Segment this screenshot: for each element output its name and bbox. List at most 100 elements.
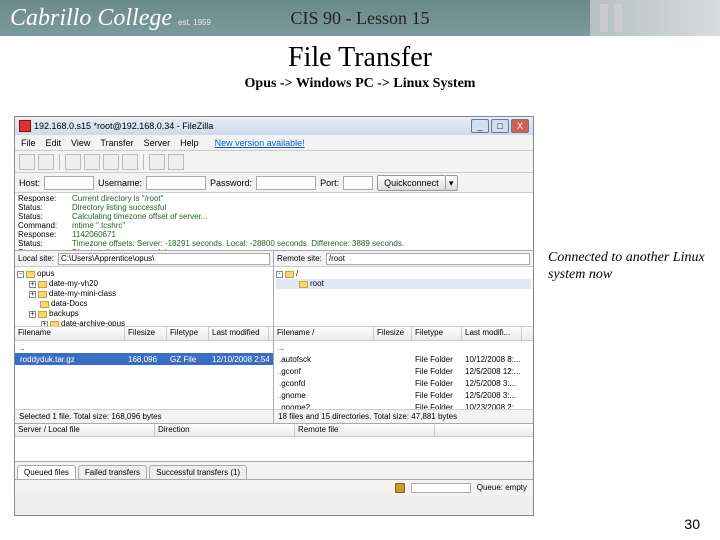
local-path-input[interactable]: [58, 253, 270, 265]
log-label: Status:: [18, 239, 68, 248]
log-label: Response:: [18, 230, 68, 239]
port-label: Port:: [320, 178, 339, 188]
password-label: Password:: [210, 178, 252, 188]
folder-icon: [299, 281, 308, 288]
local-pane: Local site: - opus+ date-my-vh20+ date-m…: [15, 251, 274, 423]
tree-node[interactable]: - /: [276, 269, 531, 279]
slide-header: Cabrillo College est. 1959 CIS 90 - Less…: [0, 0, 720, 36]
toolbar-button[interactable]: [168, 154, 184, 170]
log-label: Command:: [18, 221, 68, 230]
quickconnect-button[interactable]: Quickconnect: [377, 175, 446, 191]
minimize-button[interactable]: _: [471, 119, 489, 133]
page-title: File Transfer: [0, 42, 720, 74]
list-item[interactable]: roddyduk.tar.gz168,096GZ File12/10/2008 …: [15, 353, 273, 365]
column-header[interactable]: Direction: [155, 424, 295, 436]
column-header[interactable]: Filesize: [374, 327, 412, 340]
quickconnect-dropdown[interactable]: ▾: [446, 175, 458, 191]
list-item[interactable]: .gnome2File Folder10/23/2008 2:...: [274, 401, 533, 409]
column-header[interactable]: Filesize: [125, 327, 167, 340]
log-text: mtime ".tcshrc": [72, 221, 125, 230]
queue-tab[interactable]: Successful transfers (1): [149, 465, 247, 479]
message-log[interactable]: Response:Current directory is "/root"Sta…: [15, 193, 533, 251]
log-label: Response:: [18, 194, 68, 203]
folder-icon: [26, 271, 35, 278]
remote-tree[interactable]: - / root: [274, 267, 533, 327]
tree-label: date-archive-opus: [61, 319, 125, 327]
column-header[interactable]: Server / Local file: [15, 424, 155, 436]
username-input[interactable]: [146, 176, 206, 190]
local-list-header[interactable]: FilenameFilesizeFiletypeLast modified: [15, 327, 273, 341]
list-item[interactable]: .autofsckFile Folder10/12/2008 8:...: [274, 353, 533, 365]
menu-item[interactable]: File: [21, 138, 36, 148]
close-button[interactable]: X: [511, 119, 529, 133]
remote-list-header[interactable]: Filename /FilesizeFiletypeLast modifi...: [274, 327, 533, 341]
column-header[interactable]: Filetype: [412, 327, 462, 340]
toolbar-button[interactable]: [103, 154, 119, 170]
maximize-button[interactable]: □: [491, 119, 509, 133]
menu-item[interactable]: New version available!: [215, 138, 305, 148]
toolbar: [15, 151, 533, 173]
menu-item[interactable]: Server: [144, 138, 171, 148]
password-input[interactable]: [256, 176, 316, 190]
list-item[interactable]: ..: [15, 341, 273, 353]
menu-item[interactable]: Transfer: [100, 138, 133, 148]
log-text: 1142060671: [72, 230, 116, 239]
column-header[interactable]: Filetype: [167, 327, 209, 340]
filezilla-window: 192.168.0.s15 *root@192.168.0.34 - FileZ…: [14, 116, 534, 516]
tree-node[interactable]: data-Docs: [17, 299, 271, 309]
remote-path-input[interactable]: [326, 253, 530, 265]
queue-body[interactable]: [15, 437, 533, 461]
menu-item[interactable]: Edit: [46, 138, 62, 148]
remote-site-label: Remote site:: [277, 254, 322, 263]
tree-node[interactable]: + date-archive-opus: [17, 319, 271, 327]
local-tree[interactable]: - opus+ date-my-vh20+ date-my-mini-class…: [15, 267, 273, 327]
tree-node[interactable]: + date-my-vh20: [17, 279, 271, 289]
list-item[interactable]: ..: [274, 341, 533, 353]
log-text: Directory listing successful: [72, 203, 166, 212]
folder-icon: [38, 311, 47, 318]
host-input[interactable]: [44, 176, 94, 190]
tree-label: root: [310, 279, 324, 289]
expand-icon[interactable]: -: [276, 271, 283, 278]
column-header[interactable]: Remote file: [295, 424, 435, 436]
tree-node[interactable]: + backups: [17, 309, 271, 319]
queue-status: Queue: empty: [477, 483, 527, 492]
tree-node[interactable]: - opus: [17, 269, 271, 279]
page-subtitle: Opus -> Windows PC -> Linux System: [0, 76, 720, 92]
port-input[interactable]: [343, 176, 373, 190]
toolbar-button[interactable]: [122, 154, 138, 170]
list-item[interactable]: .gconfFile Folder12/5/2008 12:...: [274, 365, 533, 377]
expand-icon[interactable]: -: [17, 271, 24, 278]
local-site-label: Local site:: [18, 254, 54, 263]
folder-icon: [285, 271, 294, 278]
menu-item[interactable]: View: [71, 138, 90, 148]
column-header[interactable]: Last modified: [209, 327, 269, 340]
local-file-list[interactable]: ..roddyduk.tar.gz168,096GZ File12/10/200…: [15, 341, 273, 409]
toolbar-button[interactable]: [149, 154, 165, 170]
toolbar-button[interactable]: [84, 154, 100, 170]
expand-icon[interactable]: +: [29, 281, 36, 288]
toolbar-button[interactable]: [19, 154, 35, 170]
queue-header[interactable]: Server / Local fileDirectionRemote file: [15, 423, 533, 437]
column-header[interactable]: Filename /: [274, 327, 374, 340]
toolbar-button[interactable]: [38, 154, 54, 170]
column-header[interactable]: Filename: [15, 327, 125, 340]
tree-node[interactable]: root: [276, 279, 531, 289]
list-item[interactable]: .gconfdFile Folder12/5/2008 3:...: [274, 377, 533, 389]
titlebar[interactable]: 192.168.0.s15 *root@192.168.0.34 - FileZ…: [15, 117, 533, 135]
queue-tab[interactable]: Queued files: [17, 465, 76, 479]
column-header[interactable]: Last modifi...: [462, 327, 522, 340]
expand-icon[interactable]: +: [29, 291, 36, 298]
expand-icon[interactable]: +: [29, 311, 36, 318]
queue-tab[interactable]: Failed transfers: [78, 465, 147, 479]
local-status: Selected 1 file. Total size: 168,096 byt…: [15, 409, 273, 423]
list-item[interactable]: .gnomeFile Folder12/5/2008 3:...: [274, 389, 533, 401]
folder-icon: [40, 301, 49, 308]
remote-file-list[interactable]: ...autofsckFile Folder10/12/2008 8:....g…: [274, 341, 533, 409]
menu-bar: File Edit View Transfer Server Help New versio…: [15, 135, 533, 151]
tree-node[interactable]: + date-my-mini-class: [17, 289, 271, 299]
log-label: Status:: [18, 203, 68, 212]
username-label: Username:: [98, 178, 142, 188]
toolbar-button[interactable]: [65, 154, 81, 170]
menu-item[interactable]: Help: [180, 138, 199, 148]
